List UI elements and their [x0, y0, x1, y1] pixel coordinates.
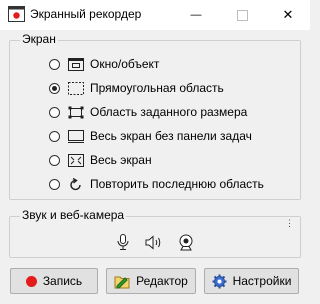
radio-fixed-size-area[interactable]: [49, 106, 60, 118]
screen-no-taskbar-icon: [67, 129, 85, 143]
option-label: Повторить последнюю область: [90, 177, 264, 191]
radio-rectangular-area[interactable]: [49, 82, 60, 94]
title-bar: Экранный рекордер — ✕: [0, 0, 310, 30]
audio-group-label: Звук и веб-камера: [20, 208, 127, 222]
radio-repeat-last-area[interactable]: [49, 178, 60, 190]
more-options-icon[interactable]: ⋮: [285, 219, 294, 228]
dashed-rectangle-icon: [67, 81, 85, 95]
audio-webcam-group: Звук и веб-камера ⋮: [9, 208, 301, 258]
minimize-button[interactable]: —: [173, 0, 219, 30]
record-label: Запись: [42, 274, 83, 288]
option-fullscreen[interactable]: Весь экран: [49, 151, 152, 169]
app-icon: [8, 6, 25, 22]
option-fixed-size-area[interactable]: Область заданного размера: [49, 103, 247, 121]
settings-button[interactable]: Настройки: [204, 268, 299, 294]
close-icon: ✕: [282, 7, 294, 22]
gear-icon: [212, 274, 227, 288]
option-label: Область заданного размера: [90, 105, 248, 119]
editor-label: Редактор: [136, 274, 188, 288]
option-label: Весь экран: [90, 153, 152, 167]
option-label: Прямоугольная область: [90, 81, 224, 95]
maximize-button[interactable]: [219, 0, 265, 30]
repeat-area-icon: [67, 177, 85, 191]
minimize-icon: —: [190, 9, 202, 21]
speaker-icon[interactable]: [145, 233, 163, 251]
webcam-icon[interactable]: [177, 233, 195, 251]
editor-button[interactable]: Редактор: [106, 268, 196, 294]
settings-label: Настройки: [232, 274, 292, 288]
radio-screen-no-taskbar[interactable]: [49, 130, 60, 142]
close-button[interactable]: ✕: [265, 0, 311, 30]
fullscreen-icon: [67, 153, 85, 167]
option-label: Окно/объект: [90, 57, 160, 71]
record-button[interactable]: Запись: [10, 268, 98, 294]
option-screen-no-taskbar[interactable]: Весь экран без панели задач: [49, 127, 252, 145]
radio-window-object[interactable]: [49, 58, 60, 70]
microphone-icon[interactable]: [114, 233, 132, 251]
option-window-object[interactable]: Окно/объект: [49, 55, 159, 73]
window-title: Экранный рекордер: [30, 7, 142, 21]
editor-icon: [114, 276, 130, 288]
record-icon: [25, 275, 37, 287]
option-rectangular-area[interactable]: Прямоугольная область: [49, 79, 224, 97]
window-object-icon: [67, 57, 85, 71]
radio-fullscreen[interactable]: [49, 154, 60, 166]
screen-group-label: Экран: [20, 32, 58, 46]
option-label: Весь экран без панели задач: [90, 129, 252, 143]
fixed-size-area-icon: [67, 105, 85, 119]
option-repeat-last-area[interactable]: Повторить последнюю область: [49, 175, 264, 193]
maximize-icon: [236, 9, 248, 21]
